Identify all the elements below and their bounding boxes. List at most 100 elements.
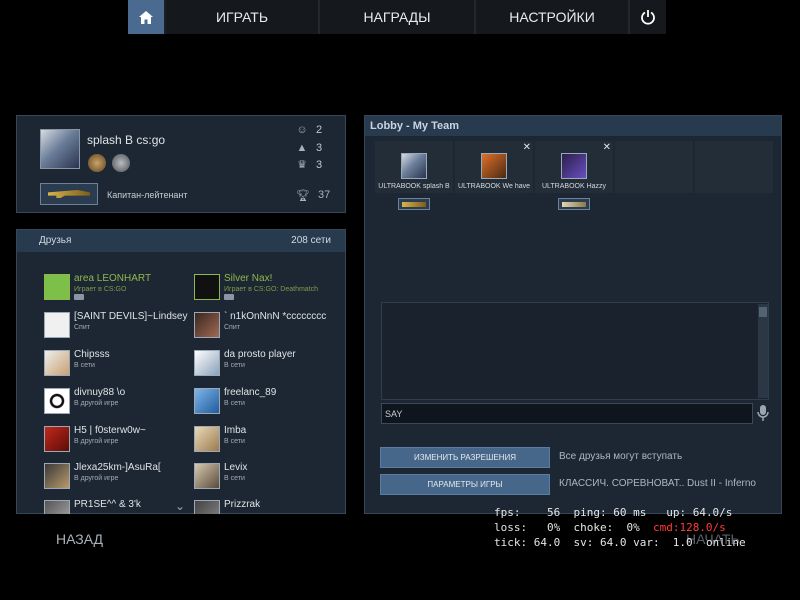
microphone-icon[interactable] — [757, 405, 769, 422]
commend-leader: ♛ 3 — [296, 159, 322, 171]
friend-item[interactable]: Jlexa25km-]AsuRa[ В другой игре — [44, 461, 192, 493]
medal-icon[interactable] — [112, 154, 130, 172]
player-name[interactable]: splash B cs:go — [87, 133, 165, 147]
nav-play[interactable]: ИГРАТЬ — [166, 0, 320, 34]
friend-item[interactable]: Levix В сети — [194, 461, 342, 493]
friends-online-count: 208 сети — [291, 235, 331, 246]
friend-avatar — [194, 500, 220, 514]
player-avatar[interactable] — [40, 129, 80, 169]
friend-status: В другой игре — [74, 400, 119, 407]
friend-item[interactable]: Imba В сети — [194, 424, 342, 456]
graduation-cap-icon: ▲ — [296, 142, 308, 154]
profile-panel: splash B cs:go ☺ 2 ▲ 3 ♛ 3 Капитан-лейте… — [16, 115, 346, 213]
game-params-info: КЛАССИЧ. СОРЕВНОВАТ.. Dust II - Inferno — [559, 478, 756, 489]
lobby-empty-slot[interactable] — [615, 141, 693, 193]
chat-scrollbar[interactable] — [758, 304, 768, 398]
lobby-panel: Lobby - My Team ULTRABOOK splash B ULTRA… — [364, 115, 782, 514]
member-rank-badge — [558, 198, 590, 210]
member-name: ULTRABOOK We have — [457, 183, 531, 190]
friend-item[interactable]: freelanc_89 В сети — [194, 386, 342, 418]
friend-item[interactable]: Prizzrak — [194, 498, 342, 514]
net-status: online — [705, 536, 746, 549]
friend-name: freelanc_89 — [224, 387, 277, 398]
friend-avatar — [44, 388, 70, 414]
friend-avatar — [194, 426, 220, 452]
friend-status: Спит — [74, 324, 90, 331]
medal-icon[interactable] — [88, 154, 106, 172]
close-icon[interactable]: ✕ — [523, 142, 531, 153]
controller-icon — [74, 294, 84, 300]
friend-status: В другой игре — [74, 438, 119, 445]
back-button[interactable]: НАЗАД — [56, 531, 103, 547]
chat-input-prefix: SAY — [385, 409, 403, 419]
friend-status: В сети — [224, 438, 245, 445]
friendly-count: 2 — [316, 124, 323, 136]
friend-status: В другой игре — [74, 475, 119, 482]
lobby-slot[interactable]: ULTRABOOK We have ✕ — [455, 141, 533, 193]
lobby-title: Lobby - My Team — [365, 116, 781, 136]
member-rank-badge — [398, 198, 430, 210]
friend-name: [SAINT DEVILS]~Lindsey — [74, 311, 188, 322]
net-up: up: 64.0/s — [666, 506, 733, 519]
home-button[interactable] — [128, 0, 166, 34]
nav-awards[interactable]: НАГРАДЫ — [320, 0, 476, 34]
member-avatar — [561, 153, 587, 179]
lobby-slot[interactable]: ULTRABOOK Hazzy ✕ — [535, 141, 613, 193]
friend-item[interactable]: Silver Nax! Играет в CS:GO: Deathmatch — [194, 272, 342, 304]
chevron-down-icon[interactable]: ⌄ — [175, 499, 185, 513]
friend-status: В сети — [74, 362, 95, 369]
friend-avatar — [44, 463, 70, 489]
friend-name: area LEONHART — [74, 273, 152, 284]
friend-avatar — [44, 274, 70, 300]
friend-item[interactable]: da prosto player В сети — [194, 348, 342, 380]
friend-item[interactable]: H5 | f0sterw0w~ В другой игре — [44, 424, 192, 456]
friend-item[interactable]: PR1SE^^ & 3'k — [44, 498, 192, 514]
crown-icon: ♛ — [297, 159, 307, 171]
change-permissions-button[interactable]: ИЗМЕНИТЬ РАЗРЕШЕНИЯ — [380, 447, 550, 468]
person-icon — [224, 294, 234, 300]
friend-avatar — [44, 500, 70, 514]
commend-friendly: ☺ 2 — [296, 124, 322, 136]
scroll-thumb[interactable] — [759, 307, 767, 317]
friend-item[interactable]: ` n1kOnNnN *cccccccc Спит — [194, 310, 342, 342]
rifle-icon — [562, 201, 586, 207]
nav-settings[interactable]: НАСТРОЙКИ — [476, 0, 630, 34]
friend-name: H5 | f0sterw0w~ — [74, 425, 146, 436]
rifle-icon — [48, 190, 90, 198]
friend-name: Chipsss — [74, 349, 110, 360]
friend-name: ` n1kOnNnN *cccccccc — [224, 311, 327, 322]
friend-item[interactable]: Chipsss В сети — [44, 348, 192, 380]
chat-log — [381, 302, 769, 400]
net-cmd: cmd:128.0/s — [652, 521, 726, 534]
rank-badge[interactable] — [40, 183, 98, 205]
rifle-icon — [402, 201, 426, 207]
lobby-empty-slot[interactable] — [695, 141, 773, 193]
home-icon — [139, 10, 153, 24]
net-loss: loss: 0% choke: 0% — [494, 521, 640, 534]
main-nav: ИГРАТЬ НАГРАДЫ НАСТРОЙКИ — [128, 0, 666, 34]
game-params-button[interactable]: ПАРАМЕТРЫ ИГРЫ — [380, 474, 550, 495]
chat-input[interactable]: SAY — [381, 403, 753, 424]
friend-item[interactable]: [SAINT DEVILS]~Lindsey Спит — [44, 310, 192, 342]
friend-name: Jlexa25km-]AsuRa[ — [74, 462, 161, 473]
member-name: ULTRABOOK Hazzy — [541, 183, 607, 190]
friend-name: da prosto player — [224, 349, 296, 360]
friend-avatar — [194, 274, 220, 300]
friend-item[interactable]: divnuy88 \o В другой игре — [44, 386, 192, 418]
teacher-count: 3 — [316, 142, 323, 154]
friend-avatar — [194, 388, 220, 414]
trophy-stat: 🏆︎ 37 — [296, 189, 330, 202]
rank-name: Капитан-лейтенант — [107, 190, 188, 200]
friend-item[interactable]: area LEONHART Играет в CS:GO — [44, 272, 192, 304]
friend-avatar — [194, 312, 220, 338]
lobby-slot[interactable]: ULTRABOOK splash B — [375, 141, 453, 193]
friend-avatar — [194, 463, 220, 489]
trophy-count: 37 — [317, 189, 331, 201]
close-icon[interactable]: ✕ — [603, 142, 611, 153]
net-graph: fps: 56 ping: 60 ms up: 64.0/s loss: 0% … — [494, 505, 746, 550]
friend-name: Silver Nax! — [224, 273, 273, 284]
friend-avatar — [44, 312, 70, 338]
power-button[interactable] — [630, 0, 666, 34]
friend-name: Imba — [224, 425, 247, 436]
friend-name: divnuy88 \o — [74, 387, 126, 398]
